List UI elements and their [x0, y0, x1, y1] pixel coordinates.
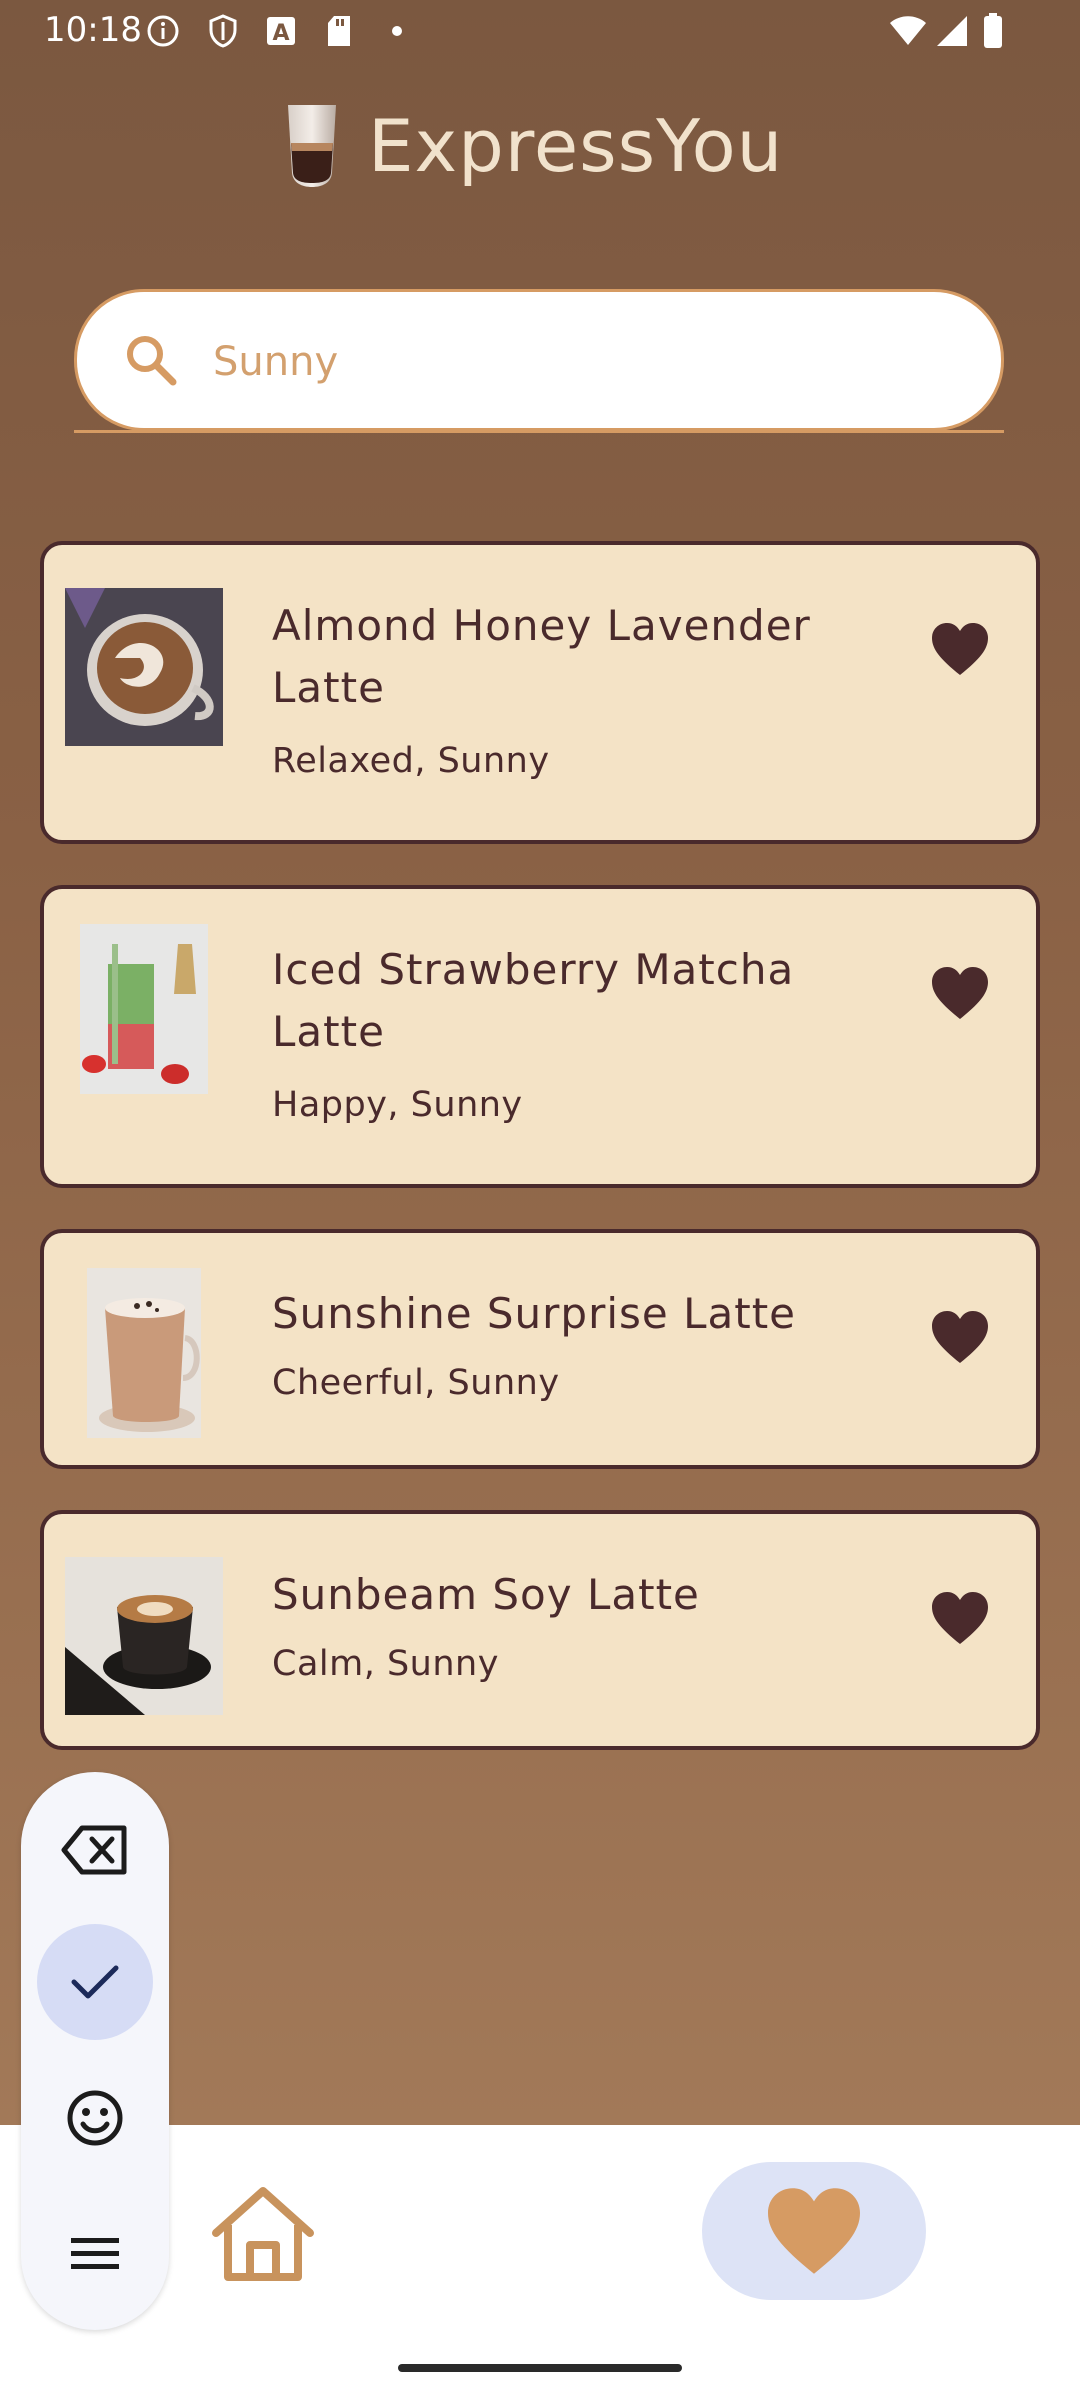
- drink-title: Almond Honey Lavender Latte: [272, 601, 811, 712]
- heart-icon[interactable]: [930, 1309, 990, 1365]
- home-icon[interactable]: [208, 2183, 318, 2283]
- emoji-icon: [67, 2090, 123, 2146]
- coffee-cup-icon: [288, 105, 336, 187]
- app-title: ExpressYou: [368, 104, 784, 188]
- shield-icon: [206, 14, 240, 48]
- search-input[interactable]: [211, 326, 935, 398]
- result-card[interactable]: Almond Honey Lavender Latte Relaxed, Sun…: [40, 541, 1040, 844]
- wifi-icon: [888, 14, 928, 48]
- menu-icon: [71, 2238, 119, 2269]
- sd-card-icon: [322, 14, 356, 48]
- backspace-button[interactable]: [37, 1792, 153, 1908]
- emoji-button[interactable]: [37, 2060, 153, 2176]
- search-underline: [74, 430, 1004, 433]
- drink-tags: Cheerful, Sunny: [272, 1363, 560, 1403]
- drink-tags: Happy, Sunny: [272, 1085, 523, 1125]
- drink-title: Iced Strawberry Matcha Latte: [272, 945, 795, 1056]
- dot-icon: [380, 14, 414, 48]
- app-logo: ExpressYou: [282, 96, 783, 196]
- backspace-icon: [61, 1825, 127, 1875]
- search-icon: [127, 336, 177, 386]
- heart-icon[interactable]: [930, 1590, 990, 1646]
- result-card[interactable]: Sunbeam Soy Latte Calm, Sunny: [40, 1510, 1040, 1750]
- drink-title: Sunbeam Soy Latte: [272, 1570, 700, 1619]
- result-card[interactable]: Iced Strawberry Matcha Latte Happy, Sunn…: [40, 885, 1040, 1188]
- signal-icon: [934, 14, 970, 48]
- home-indicator[interactable]: [398, 2364, 682, 2372]
- nav-favorites-button[interactable]: [702, 2162, 926, 2300]
- search-bar[interactable]: [74, 289, 1004, 433]
- drink-image: [87, 1268, 201, 1438]
- drink-image: [80, 924, 208, 1094]
- status-time: 10:18: [44, 10, 142, 50]
- drink-image: [65, 588, 223, 746]
- heart-icon[interactable]: [930, 621, 990, 677]
- menu-button[interactable]: [37, 2196, 153, 2312]
- result-card[interactable]: Sunshine Surprise Latte Cheerful, Sunny: [40, 1229, 1040, 1469]
- keyboard-toolbar: [21, 1772, 169, 2330]
- status-bar: 10:18 A: [0, 0, 1080, 64]
- drink-image: [65, 1557, 223, 1715]
- a-icon: A: [264, 14, 298, 48]
- confirm-button[interactable]: [37, 1924, 153, 2040]
- battery-icon: [980, 13, 1006, 48]
- check-icon: [71, 1965, 119, 1999]
- drink-tags: Relaxed, Sunny: [272, 741, 550, 781]
- heart-icon: [768, 2188, 860, 2274]
- info-icon: [146, 14, 180, 48]
- drink-tags: Calm, Sunny: [272, 1644, 499, 1684]
- heart-icon[interactable]: [930, 965, 990, 1021]
- drink-title: Sunshine Surprise Latte: [272, 1289, 797, 1338]
- svg-text:A: A: [272, 21, 289, 46]
